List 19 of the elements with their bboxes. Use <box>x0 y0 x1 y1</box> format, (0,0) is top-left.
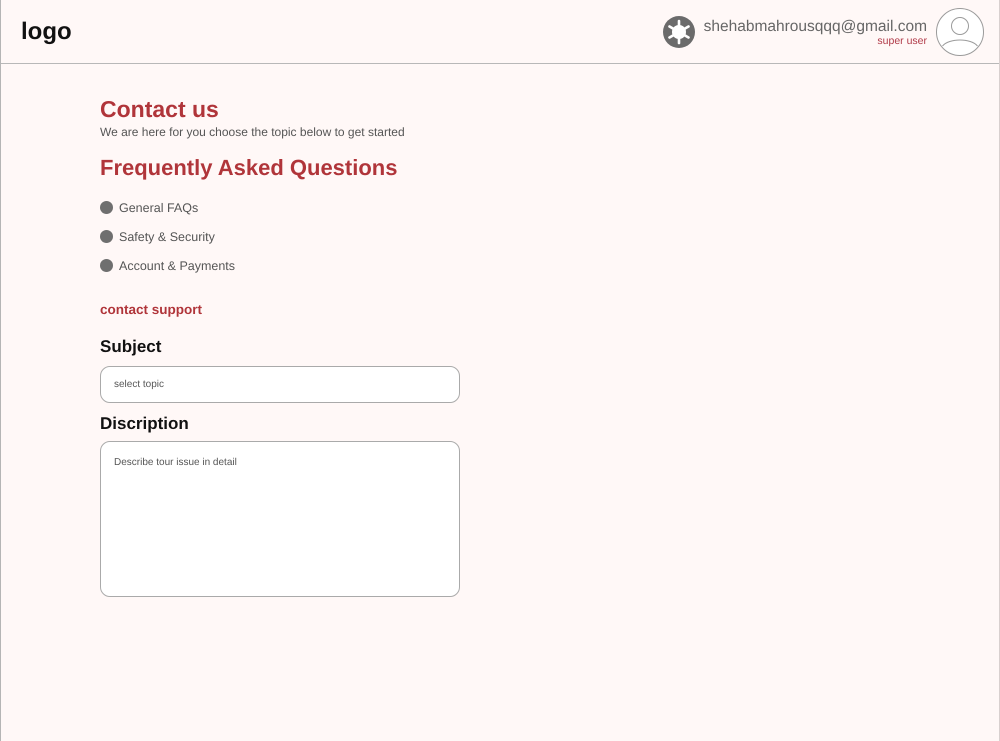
bullet-dot-icon <box>100 259 113 272</box>
bullet-dot-icon <box>100 201 113 214</box>
faq-topic-link[interactable]: Safety & Security <box>119 230 215 244</box>
description-label: Discription <box>100 413 190 435</box>
faq-topic-link[interactable]: Account & Payments <box>119 258 236 272</box>
user-role: super user <box>877 34 927 48</box>
page-title: Contact us <box>100 95 220 124</box>
bullet-dot-icon <box>100 230 113 243</box>
user-email: shehabmahrousqqq@gmail.com <box>704 18 927 34</box>
logo-text: logo <box>21 18 72 46</box>
support-heading: contact support <box>100 301 204 319</box>
subject-label: Subject <box>100 336 162 358</box>
description-field[interactable]: Describe tour issue in detail <box>100 441 460 597</box>
faq-topic-link[interactable]: General FAQs <box>119 200 198 214</box>
subject-field[interactable]: select topic <box>100 366 460 403</box>
page-subtitle: We are here for you choose the topic below to get started <box>100 124 406 140</box>
faq-heading: Frequently Asked Questions <box>100 154 398 182</box>
settings-icon[interactable] <box>662 16 695 48</box>
avatar-icon[interactable] <box>936 8 984 56</box>
